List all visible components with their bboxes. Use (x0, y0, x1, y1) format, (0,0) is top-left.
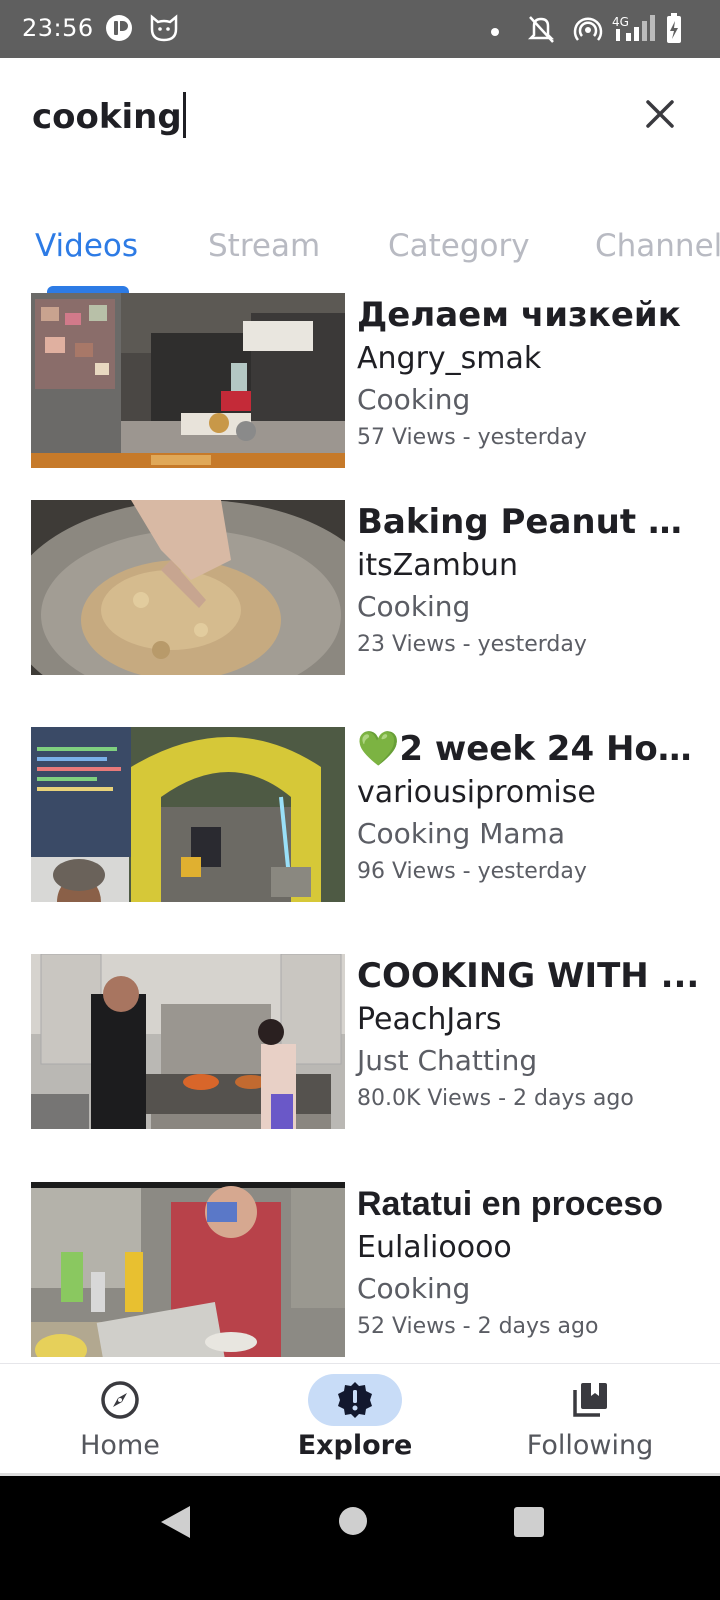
battery-charging-icon (664, 13, 684, 50)
status-time: 23:56 (22, 14, 94, 42)
video-thumbnail[interactable] (31, 500, 345, 675)
app-notification-icon (104, 13, 134, 48)
video-stats: 57 Views - yesterday (357, 425, 587, 450)
video-list-item[interactable]: COOKING WITH ... PeachJars Just Chatting… (0, 954, 720, 1150)
tab-channels[interactable]: Channels (595, 228, 720, 264)
nav-explore-label: Explore (297, 1430, 413, 1461)
video-channel: Angry_smak (357, 341, 542, 376)
video-stats: 23 Views - yesterday (357, 632, 587, 657)
search-tabs: Videos Stream Category Channels (0, 208, 720, 294)
tab-videos[interactable]: Videos (35, 228, 138, 264)
search-header: cooking (0, 58, 720, 208)
video-stats: 80.0K Views - 2 days ago (357, 1086, 634, 1111)
video-thumbnail[interactable] (31, 954, 345, 1129)
status-bar: 23:56 4G (0, 0, 720, 58)
video-meta: Делаем чизкейк Angry_smak Cooking 57 Vie… (357, 293, 707, 456)
video-meta: Baking Peanut B... itsZambun Cooking 23 … (357, 500, 707, 663)
system-navigation-bar (0, 1476, 720, 1600)
video-thumbnail[interactable] (31, 1182, 345, 1357)
tab-stream[interactable]: Stream (208, 228, 320, 264)
video-channel: itsZambun (357, 548, 518, 583)
video-stats: 52 Views - 2 days ago (357, 1314, 599, 1339)
video-title: Ratatui en proceso (357, 1185, 664, 1223)
video-list-item[interactable]: Ratatui en proceso Eulalioooo Cooking 52… (0, 1182, 720, 1363)
video-list-item[interactable]: Baking Peanut B... itsZambun Cooking 23 … (0, 500, 720, 696)
clear-search-button[interactable] (640, 94, 680, 134)
nav-following-icon-container (543, 1374, 637, 1426)
search-input[interactable]: cooking (32, 92, 186, 138)
tab-category[interactable]: Category (388, 228, 530, 264)
nav-following[interactable]: Following (470, 1364, 710, 1474)
nav-following-label: Following (526, 1430, 654, 1461)
close-icon (646, 100, 674, 128)
video-channel: variousipromise (357, 775, 596, 810)
video-title: 💚2 week 24 Hou... (357, 729, 707, 769)
back-icon[interactable] (158, 1504, 192, 1545)
video-meta: 💚2 week 24 Hou... variousipromise Cookin… (357, 727, 707, 890)
video-title: Baking Peanut B... (357, 502, 707, 542)
library-bookmark-icon (573, 1383, 607, 1417)
video-category: Just Chatting (357, 1044, 538, 1077)
video-category: Cooking (357, 383, 471, 416)
video-meta: Ratatui en proceso Eulalioooo Cooking 52… (357, 1182, 707, 1345)
video-list-item[interactable]: Делаем чизкейк Angry_smak Cooking 57 Vie… (0, 293, 720, 489)
dot-icon (490, 24, 500, 42)
mute-icon (526, 13, 556, 50)
video-category: Cooking Mama (357, 817, 565, 850)
video-list-item[interactable]: 💚2 week 24 Hou... variousipromise Cookin… (0, 727, 720, 923)
recents-square-icon[interactable] (513, 1506, 545, 1543)
video-category: Cooking (357, 1272, 471, 1305)
video-category: Cooking (357, 590, 471, 623)
video-stats: 96 Views - yesterday (357, 859, 587, 884)
nav-home[interactable]: Home (0, 1364, 240, 1474)
compass-icon (101, 1381, 139, 1419)
nav-explore-icon-container (308, 1374, 402, 1426)
video-meta: COOKING WITH ... PeachJars Just Chatting… (357, 954, 707, 1117)
video-thumbnail[interactable] (31, 293, 345, 468)
hotspot-icon (572, 13, 604, 50)
video-results-list: Делаем чизкейк Angry_smak Cooking 57 Vie… (0, 293, 720, 1363)
bottom-navigation: Home Explore Following (0, 1363, 720, 1473)
signal-4g-icon: 4G (610, 13, 658, 50)
text-caret (182, 92, 186, 138)
video-thumbnail[interactable] (31, 727, 345, 902)
explore-alert-icon (338, 1382, 372, 1418)
search-query-text: cooking (32, 97, 182, 137)
network-label: 4G (612, 15, 629, 29)
home-circle-icon[interactable] (338, 1506, 368, 1541)
cat-notification-icon (148, 13, 180, 48)
nav-home-label: Home (80, 1430, 160, 1461)
video-channel: Eulalioooo (357, 1230, 512, 1265)
nav-home-icon-container (73, 1374, 167, 1426)
video-title: COOKING WITH ... (357, 956, 700, 996)
nav-explore[interactable]: Explore (235, 1364, 475, 1474)
video-title: Делаем чизкейк (357, 295, 681, 335)
video-channel: PeachJars (357, 1002, 502, 1037)
